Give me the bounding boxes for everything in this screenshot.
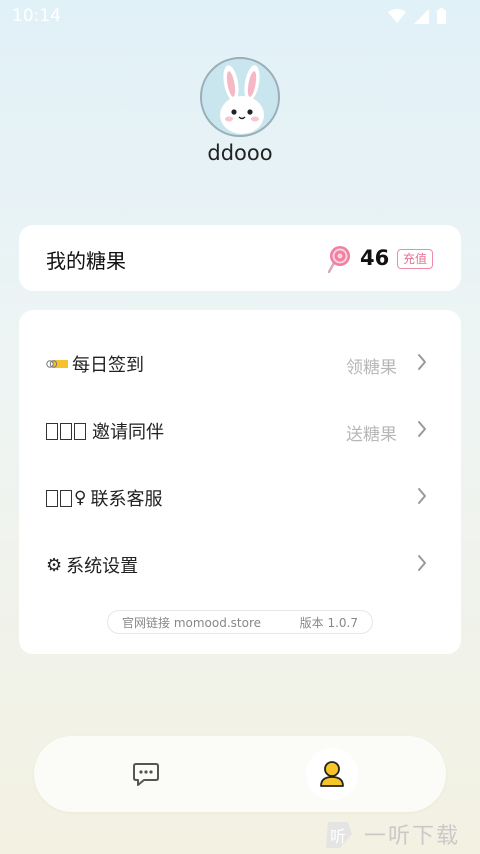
invite-emoji-placeholder-icon [46, 422, 88, 440]
svg-text:听: 听 [330, 827, 346, 846]
footer-info: 官网链接 momood.store 版本 1.0.7 [107, 610, 373, 634]
menu-item-contact-support[interactable]: ♀ 联系客服 [19, 468, 461, 528]
chevron-right-icon [418, 555, 426, 571]
support-emoji-placeholder-icon: ♀ [46, 489, 86, 507]
candy-card[interactable]: 我的糖果 46 充值 [19, 225, 461, 291]
chevron-right-icon [418, 488, 426, 504]
menu-item-settings[interactable]: ⚙ 系统设置 [19, 535, 461, 595]
status-bar: 10:14 [0, 0, 480, 32]
invite-label: 邀请同伴 [92, 422, 164, 443]
status-time: 10:14 [12, 6, 61, 26]
invite-label-wrap: 邀请同伴 [46, 418, 164, 444]
invite-hint: 送糖果 [346, 425, 397, 445]
support-label: 联系客服 [90, 489, 163, 510]
chat-icon[interactable] [132, 761, 160, 787]
signal-icon [414, 8, 429, 24]
daily-checkin-hint: 领糖果 [346, 358, 397, 378]
menu-item-invite[interactable]: 邀请同伴 送糖果 [19, 401, 461, 461]
chevron-right-icon [418, 421, 426, 437]
website-link[interactable]: 官网链接 momood.store [122, 614, 261, 631]
tab-me[interactable] [306, 748, 358, 800]
ticket-icon [46, 360, 68, 368]
recharge-button[interactable]: 充值 [397, 249, 433, 269]
version-label: 版本 1.0.7 [299, 615, 358, 630]
settings-label: 系统设置 [66, 556, 139, 577]
chevron-right-icon [418, 354, 426, 370]
watermark-text: 一听下载 [364, 824, 461, 849]
profile-icon [320, 761, 344, 787]
wifi-icon [388, 9, 406, 23]
menu-card: 每日签到 领糖果 邀请同伴 送糖果 ♀ 联系客服 ⚙ 系统设置 官网链接 mom… [19, 310, 461, 654]
bunny-avatar-icon [220, 65, 264, 134]
bottom-tab-bar [34, 736, 446, 812]
daily-checkin-label-wrap: 每日签到 [46, 351, 144, 377]
settings-label-wrap: ⚙ 系统设置 [46, 552, 138, 578]
watermark-logo-icon: 听 [326, 822, 352, 848]
menu-item-daily-checkin[interactable]: 每日签到 领糖果 [19, 334, 461, 394]
daily-checkin-label: 每日签到 [72, 355, 144, 376]
watermark: 听 一听下载 [318, 814, 460, 854]
username: ddooo [207, 141, 273, 165]
support-label-wrap: ♀ 联系客服 [46, 485, 162, 511]
battery-icon [437, 8, 446, 24]
candy-count: 46 [360, 246, 390, 270]
lollipop-icon [327, 246, 350, 273]
avatar[interactable] [200, 57, 280, 137]
candy-title: 我的糖果 [46, 249, 126, 273]
status-icons [388, 8, 446, 24]
gear-icon: ⚙ [46, 554, 63, 576]
